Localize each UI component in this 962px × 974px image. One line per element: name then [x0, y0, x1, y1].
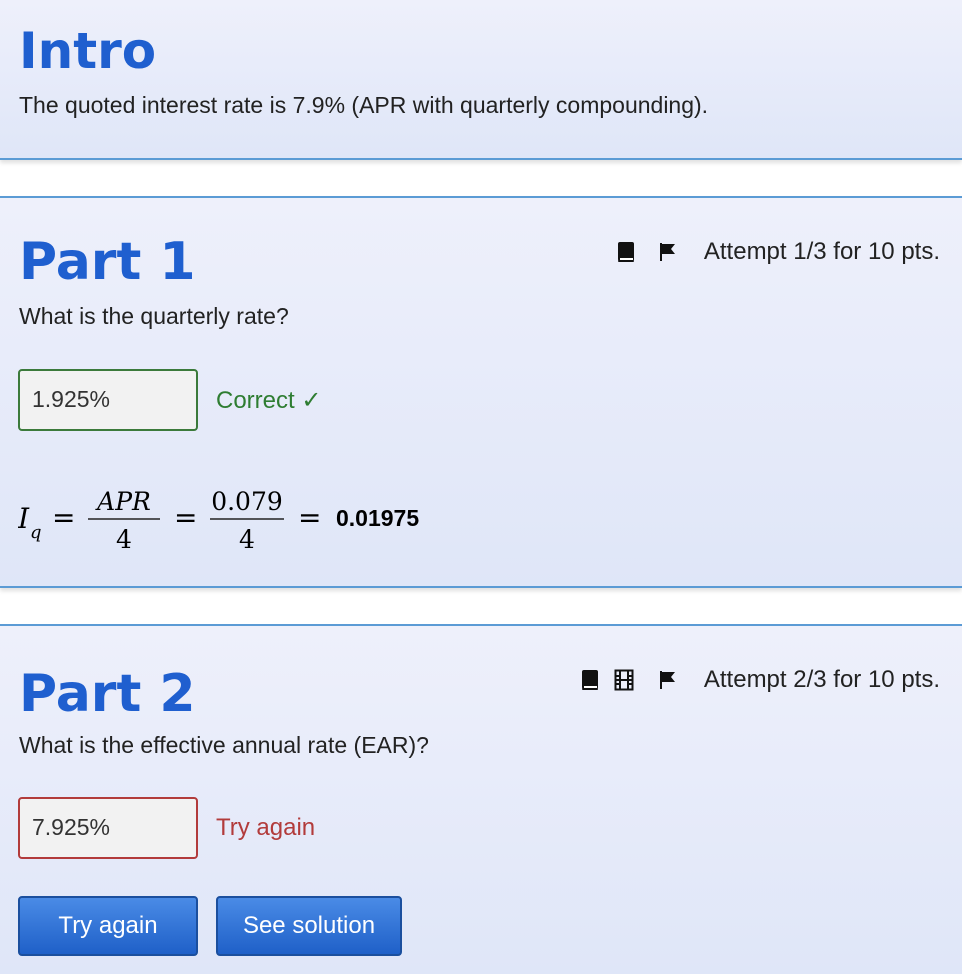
- part2-attempt-label: Attempt 2/3 for 10 pts.: [703, 666, 940, 693]
- part2-title: Part 2: [19, 664, 196, 724]
- part1-card: Part 1 Attempt 1/3 for 10 pts. What is t…: [0, 196, 962, 588]
- formula-equals-2: =: [174, 501, 197, 534]
- part1-question: What is the quarterly rate?: [19, 303, 289, 329]
- book-icon[interactable]: [616, 241, 636, 263]
- part2-toolbar: Attempt 2/3 for 10 pts.: [580, 666, 940, 694]
- part1-answer-input[interactable]: 1.925%: [18, 369, 198, 431]
- part2-card: Part 2 Attempt 2/3 for 10 pts. What is t…: [0, 624, 962, 974]
- flag-icon[interactable]: [658, 242, 678, 262]
- see-solution-button[interactable]: See solution: [216, 896, 402, 956]
- try-again-button[interactable]: Try again: [18, 896, 198, 956]
- part1-toolbar: Attempt 1/3 for 10 pts.: [616, 238, 940, 266]
- formula-lhs-subscript: q: [30, 522, 42, 543]
- flag-icon[interactable]: [658, 670, 678, 690]
- formula-result: 0.01975: [336, 505, 419, 531]
- formula-lhs-symbol: I: [18, 502, 30, 535]
- part1-feedback: Correct ✓: [216, 387, 322, 414]
- part2-question: What is the effective annual rate (EAR)?: [19, 732, 429, 758]
- part1-formula: I q = APR 4 = 0.079 4 = 0.01975: [17, 480, 458, 560]
- formula-equals-1: =: [52, 501, 75, 534]
- video-icon[interactable]: [614, 669, 634, 691]
- formula-frac2-numerator: 0.079: [211, 487, 283, 516]
- book-icon[interactable]: [580, 669, 600, 691]
- formula-frac1-denominator: 4: [116, 525, 132, 554]
- part2-feedback: Try again: [216, 814, 316, 841]
- part1-title: Part 1: [19, 232, 196, 292]
- part2-answer-input[interactable]: 7.925%: [18, 797, 198, 859]
- part1-attempt-label: Attempt 1/3 for 10 pts.: [703, 238, 940, 265]
- formula-equals-3: =: [298, 501, 321, 534]
- intro-card: Intro The quoted interest rate is 7.9% (…: [0, 0, 962, 160]
- formula-frac2-denominator: 4: [239, 525, 255, 554]
- formula-frac1-numerator: APR: [95, 487, 151, 516]
- intro-text: The quoted interest rate is 7.9% (APR wi…: [19, 92, 709, 118]
- intro-title: Intro: [19, 22, 157, 80]
